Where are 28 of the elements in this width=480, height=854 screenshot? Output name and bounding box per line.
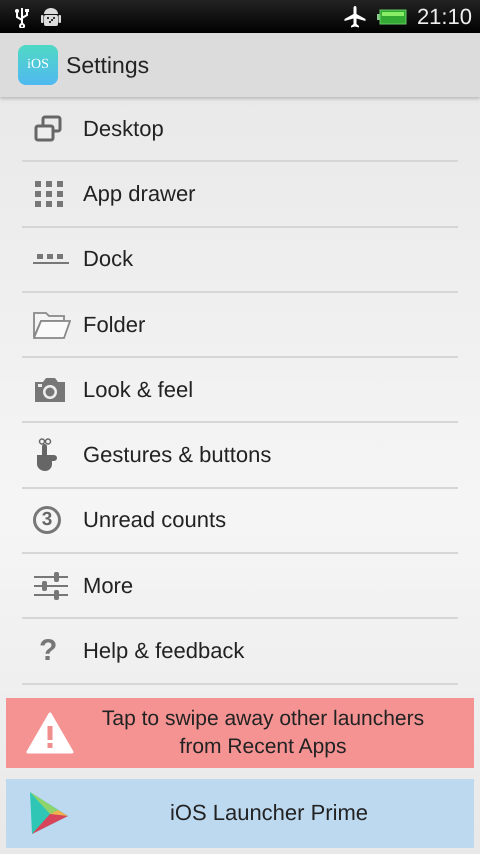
windows-icon bbox=[33, 114, 63, 143]
settings-item[interactable]: 3 Unread counts bbox=[22, 488, 458, 554]
airplane-icon bbox=[342, 4, 367, 28]
promo-banner[interactable]: iOS Launcher Prime bbox=[6, 778, 474, 848]
settings-item[interactable]: More bbox=[22, 554, 458, 620]
settings-item[interactable]: Dock bbox=[22, 228, 458, 293]
warning-text: Tap to swipe away other launchers from Recent Apps bbox=[100, 706, 426, 760]
sliders-icon bbox=[33, 570, 69, 601]
grid-icon bbox=[33, 180, 63, 208]
dock-icon bbox=[33, 253, 69, 266]
battery-icon bbox=[376, 8, 407, 24]
play-triangle-icon bbox=[28, 790, 70, 836]
count-circle-icon: 3 bbox=[33, 506, 61, 534]
usb-icon bbox=[14, 6, 30, 28]
settings-item[interactable]: App drawer bbox=[22, 162, 458, 228]
settings-item[interactable]: ? Help & feedback bbox=[22, 619, 458, 685]
folder-icon bbox=[33, 310, 71, 340]
promo-text: iOS Launcher Prime bbox=[168, 800, 370, 826]
settings-item[interactable]: Gestures & buttons bbox=[22, 423, 458, 489]
warning-icon bbox=[26, 712, 74, 754]
settings-item[interactable]: Folder bbox=[22, 292, 458, 358]
clock: 21:10 bbox=[416, 4, 472, 30]
warning-banner[interactable]: Tap to swipe away other launchers from Recent Apps bbox=[6, 698, 474, 768]
settings-item[interactable]: Desktop bbox=[22, 97, 458, 162]
settings-item[interactable]: Look & feel bbox=[22, 358, 458, 424]
camera-icon bbox=[33, 376, 67, 404]
screen-title: Settings bbox=[66, 52, 150, 78]
question-mark-icon: ? bbox=[33, 634, 58, 668]
